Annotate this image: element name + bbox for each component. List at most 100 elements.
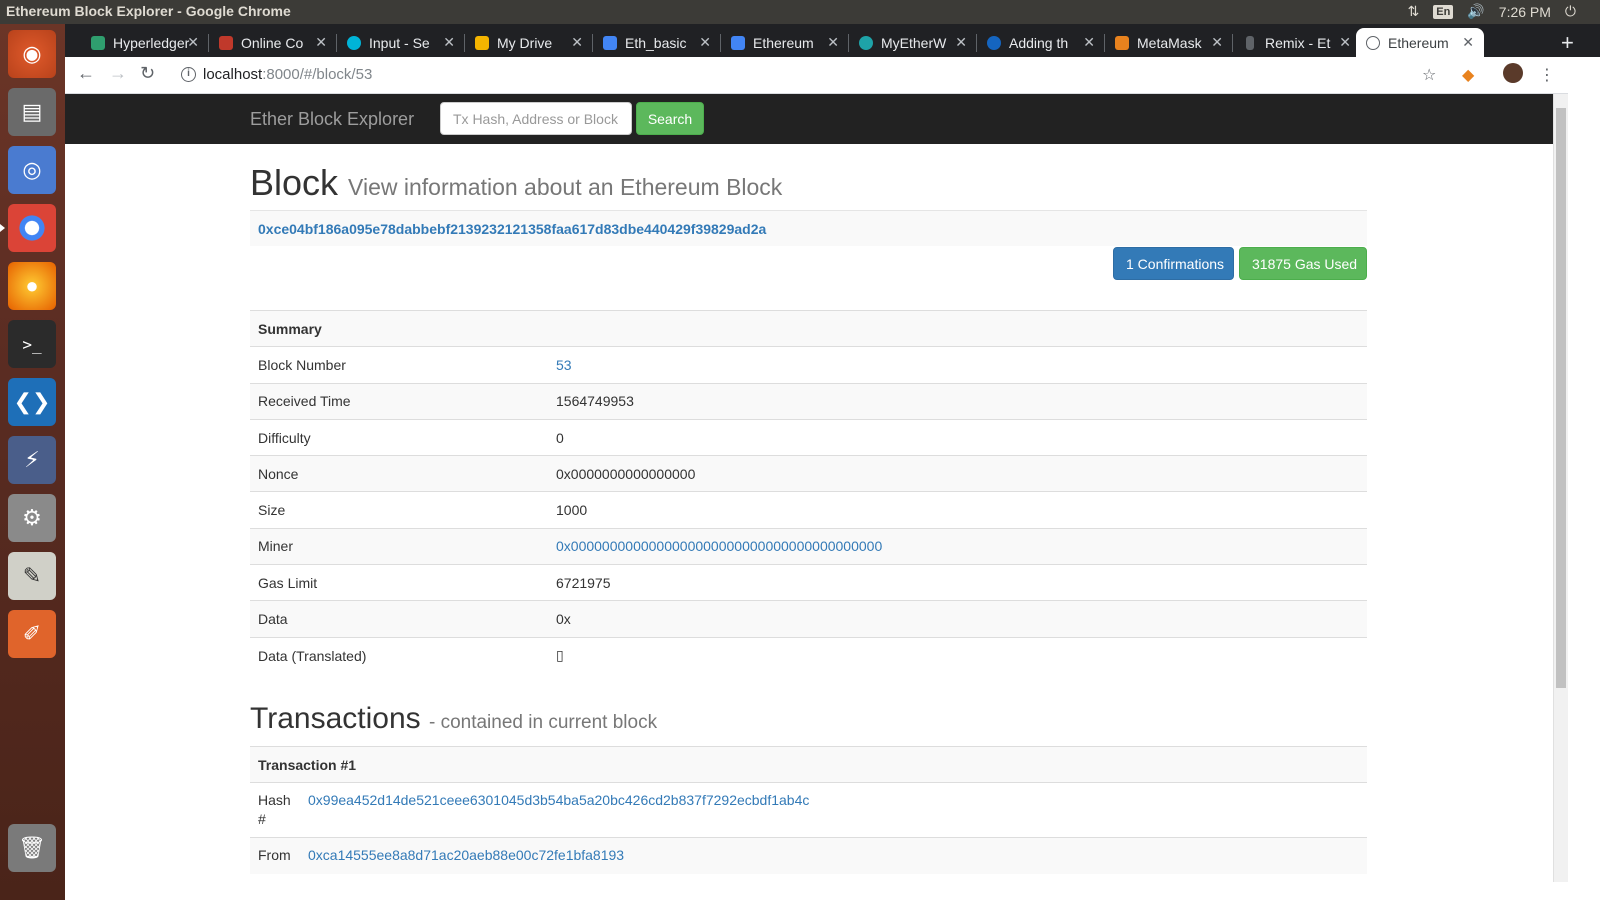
tab-hyperledger[interactable]: Hyperledger ✕ [81,28,209,57]
row-value: 0x [548,600,1367,638]
url-host: localhost [203,66,263,83]
tab-my-drive[interactable]: My Drive ✕ [465,28,593,57]
tab-favicon-icon [731,35,745,50]
row-key: Nonce [250,455,548,492]
text-editor-icon[interactable]: ✎ [8,552,56,600]
table-row: Difficulty 0 [250,418,1367,456]
tab-myetherwallet[interactable]: MyEtherW ✕ [849,28,977,57]
row-key: Gas Limit [250,564,548,601]
keyboard-layout-indicator[interactable]: En [1433,4,1454,19]
tab-favicon-icon [91,35,105,50]
vscode-icon[interactable]: ❮❯ [8,378,56,426]
ubuntu-dash-icon[interactable]: ◉ [8,30,56,78]
tab-metamask[interactable]: MetaMask ✕ [1105,28,1233,57]
page-scrollbar[interactable] [1553,94,1568,882]
table-row: Block Number 53 [250,346,1367,384]
chrome-icon[interactable] [0,204,56,252]
window-edge [1568,57,1600,900]
tab-favicon-icon [859,35,873,50]
chromium-icon[interactable]: ◎ [8,146,56,194]
firefox-icon[interactable]: ● [8,262,56,310]
row-key: Difficulty [250,418,548,456]
tab-ethereum-doc[interactable]: Ethereum ✕ [721,28,849,57]
tab-label: Remix - Et [1265,34,1331,51]
network-icon[interactable]: ⇅ [1408,3,1420,20]
table-row: Hash # 0x99ea452d14de521ceee6301045d3b54… [250,782,1367,838]
site-info-icon[interactable]: i [181,67,196,82]
tab-close-icon[interactable]: ✕ [571,34,583,51]
row-key: Data (Translated) [250,636,548,674]
system-settings-icon[interactable]: ⚙ [8,494,56,542]
trash-icon[interactable]: 🗑 [8,824,56,872]
tab-close-icon[interactable]: ✕ [1083,34,1095,51]
tab-close-icon[interactable]: ✕ [315,34,327,51]
miner-address-link[interactable]: 0x00000000000000000000000000000000000000… [556,538,882,554]
tab-label: Ethereum [1388,34,1449,51]
profile-avatar[interactable] [1503,63,1523,83]
tab-close-icon[interactable]: ✕ [955,34,967,51]
tab-ethereum-explorer[interactable]: Ethereum ✕ [1356,28,1484,57]
summary-header-row: Summary [250,309,1367,347]
back-icon[interactable]: ← [77,63,95,84]
tab-favicon-icon [475,35,489,50]
remote-desktop-icon[interactable]: ⚡ [8,436,56,484]
row-value: ▯ [548,636,1367,674]
site-brand[interactable]: Ether Block Explorer [250,109,414,130]
block-hash-link[interactable]: 0xce04bf186a095e78dabbebf2139232121358fa… [258,221,766,237]
new-tab-button[interactable]: + [1561,30,1574,56]
globe-icon [1366,35,1380,50]
tab-close-icon[interactable]: ✕ [699,34,711,51]
tab-close-icon[interactable]: ✕ [1462,34,1474,51]
table-row: Nonce 0x0000000000000000 [250,455,1367,492]
address-bar[interactable]: localhost:8000/#/block/53 [203,66,372,83]
row-key: Hash # [250,782,300,838]
terminal-icon[interactable]: >_ [8,320,56,368]
tab-favicon-icon [1246,35,1254,50]
bookmark-star-icon[interactable]: ☆ [1422,65,1436,85]
search-input[interactable] [440,102,632,135]
site-navbar: Ether Block Explorer Search [65,94,1553,144]
row-key: Block Number [250,346,548,384]
files-icon[interactable]: ▤ [8,88,56,136]
row-key: Received Time [250,382,548,420]
transactions-title: Transactions - contained in current bloc… [250,702,657,736]
tab-close-icon[interactable]: ✕ [1339,34,1351,51]
confirmations-button[interactable]: 1 Confirmations [1113,247,1234,280]
tab-close-icon[interactable]: ✕ [187,34,199,51]
gas-used-button[interactable]: 31875 Gas Used [1239,247,1367,280]
tab-favicon-icon [603,35,617,50]
tab-label: MetaMask [1137,34,1202,51]
chrome-menu-icon[interactable]: ⋮ [1539,65,1555,85]
page-subtitle: View information about an Ethereum Block [348,174,783,200]
tab-strip: Hyperledger ✕ Online Co ✕ Input - Se ✕ M… [65,24,1600,57]
clock[interactable]: 7:26 PM [1499,4,1551,20]
tab-label: My Drive [497,34,553,51]
postman-icon[interactable]: ✐ [8,610,56,658]
reload-icon[interactable]: ↻ [140,63,155,84]
from-address-link[interactable]: 0xca14555ee8a8d71ac20aeb88e00c72fe1bfa81… [308,847,624,863]
table-row: Gas Limit 6721975 [250,564,1367,601]
transaction-hash-link[interactable]: 0x99ea452d14de521ceee6301045d3b54ba5a20b… [308,792,809,808]
tab-eth-basic[interactable]: Eth_basic ✕ [593,28,721,57]
volume-icon[interactable]: 🔊 [1467,3,1484,20]
tab-adding[interactable]: Adding th ✕ [977,28,1105,57]
tab-close-icon[interactable]: ✕ [827,34,839,51]
table-row: Received Time 1564749953 [250,382,1367,420]
search-button[interactable]: Search [636,102,704,135]
page-title-main: Block [250,162,339,203]
tab-input[interactable]: Input - Se ✕ [337,28,465,57]
tab-remix[interactable]: Remix - Et ✕ [1233,28,1361,57]
tab-close-icon[interactable]: ✕ [1211,34,1223,51]
tab-online-compiler[interactable]: Online Co ✕ [209,28,337,57]
power-icon[interactable]: ⏻ [1565,3,1576,20]
row-value: 0xca14555ee8a8d71ac20aeb88e00c72fe1bfa81… [300,837,1367,874]
table-row: Size 1000 [250,491,1367,529]
tab-close-icon[interactable]: ✕ [443,34,455,51]
transactions-title-main: Transactions [250,702,421,735]
table-row: Data (Translated) ▯ [250,636,1367,674]
block-number-link[interactable]: 53 [556,357,572,373]
metamask-extension-icon[interactable]: ◆ [1462,65,1474,85]
tab-favicon-icon [987,35,1001,50]
forward-icon[interactable]: → [109,63,127,84]
scrollbar-thumb[interactable] [1556,108,1566,688]
